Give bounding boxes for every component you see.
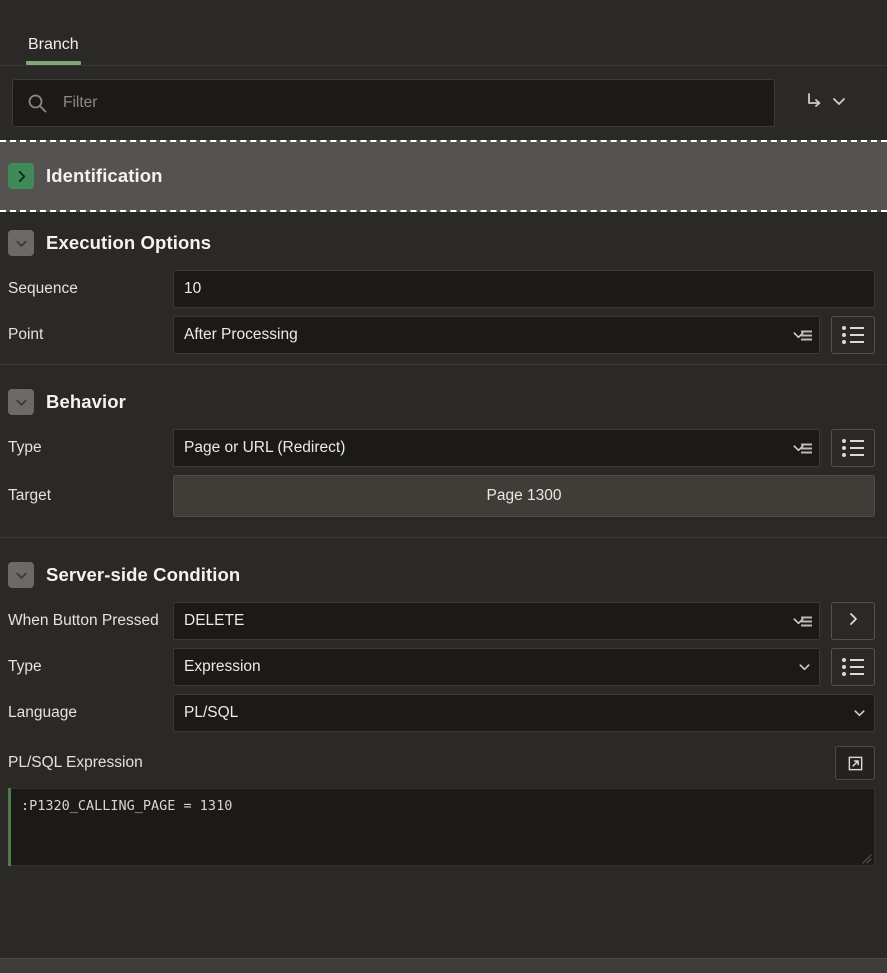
group-server-side-condition-title: Server-side Condition [46,564,241,585]
field-language-label: Language [8,703,77,721]
tab-active-indicator [26,61,81,65]
divider [0,537,887,538]
condition-type-select[interactable]: Expression [173,648,820,686]
point-lov-button[interactable] [831,316,875,354]
chevron-right-icon[interactable] [8,163,34,189]
sequence-input[interactable] [173,270,875,308]
plsql-expression-editor[interactable] [8,788,875,866]
chevron-down-icon [831,93,847,114]
group-server-side-condition-header[interactable]: Server-side Condition [0,544,887,598]
tab-branch[interactable]: Branch [18,37,89,65]
field-behavior-type-label: Type [8,438,42,456]
behavior-type-select-value: Page or URL (Redirect) [184,439,346,456]
field-when-button-pressed: When Button Pressed DELETE [0,598,887,644]
tab-bar: Branch [0,0,887,66]
point-select-value: After Processing [184,326,298,343]
condition-type-value: Expression [184,658,261,675]
expand-external-icon[interactable] [835,746,875,780]
field-condition-type: Type Expression [0,644,887,690]
chevron-right-icon [845,611,861,632]
field-point-label: Point [8,325,44,343]
when-button-pressed-value: DELETE [184,612,245,629]
condition-type-lov-button[interactable] [831,648,875,686]
list-icon [842,326,864,344]
behavior-type-lov-button[interactable] [831,429,875,467]
chevron-down-icon[interactable] [8,230,34,256]
when-button-pressed-select[interactable]: DELETE [173,602,820,640]
group-behavior-header[interactable]: Behavior [0,371,887,425]
plsql-expression-label: PL/SQL Expression [8,754,143,771]
filter-actions-button[interactable] [775,90,875,117]
chevron-down-icon[interactable] [8,389,34,415]
group-identification[interactable]: Identification [0,140,887,212]
behavior-type-select[interactable]: Page or URL (Redirect) [173,429,820,467]
property-editor-panel: Branch Filter Identification Execution O… [0,0,887,973]
field-condition-type-label: Type [8,657,42,675]
bottom-divider-bar [0,958,887,973]
group-behavior: Behavior Type Page or URL (Redirect) Tar… [0,371,887,544]
language-select[interactable]: PL/SQL [173,694,875,732]
field-sequence: Sequence [0,266,887,312]
group-execution-options: Execution Options Sequence Point After P… [0,212,887,371]
group-server-side-condition: Server-side Condition When Button Presse… [0,544,887,872]
when-button-pressed-goto-button[interactable] [831,602,875,640]
field-target-label: Target [8,486,52,504]
chevron-down-icon[interactable] [8,562,34,588]
arrow-turn-down-right-icon [803,90,825,117]
field-point: Point After Processing [0,312,887,358]
properties-scroll-area[interactable]: Identification Execution Options Sequenc… [0,140,887,973]
point-select[interactable]: After Processing [173,316,820,354]
group-execution-options-title: Execution Options [46,232,212,253]
plsql-expression-textarea[interactable] [11,788,875,866]
language-value: PL/SQL [184,704,239,721]
field-behavior-type: Type Page or URL (Redirect) [0,425,887,471]
group-behavior-title: Behavior [46,391,126,412]
field-sequence-label: Sequence [8,279,78,297]
field-language: Language PL/SQL [0,690,887,736]
group-identification-title: Identification [46,165,163,186]
field-when-button-pressed-label: When Button Pressed [8,611,159,629]
divider [0,364,887,365]
group-execution-options-header[interactable]: Execution Options [0,212,887,266]
list-icon [842,658,864,676]
list-icon [842,439,864,457]
search-input[interactable] [61,93,760,113]
filter-bar [0,66,887,140]
target-page-button[interactable]: Page 1300 [173,475,875,517]
tab-branch-label: Branch [28,36,79,53]
plsql-expression-header: PL/SQL Expression [0,736,887,788]
target-page-button-label: Page 1300 [486,487,562,504]
field-target: Target Page 1300 [0,471,887,521]
filter-field[interactable] [12,79,775,127]
search-icon [27,93,47,113]
